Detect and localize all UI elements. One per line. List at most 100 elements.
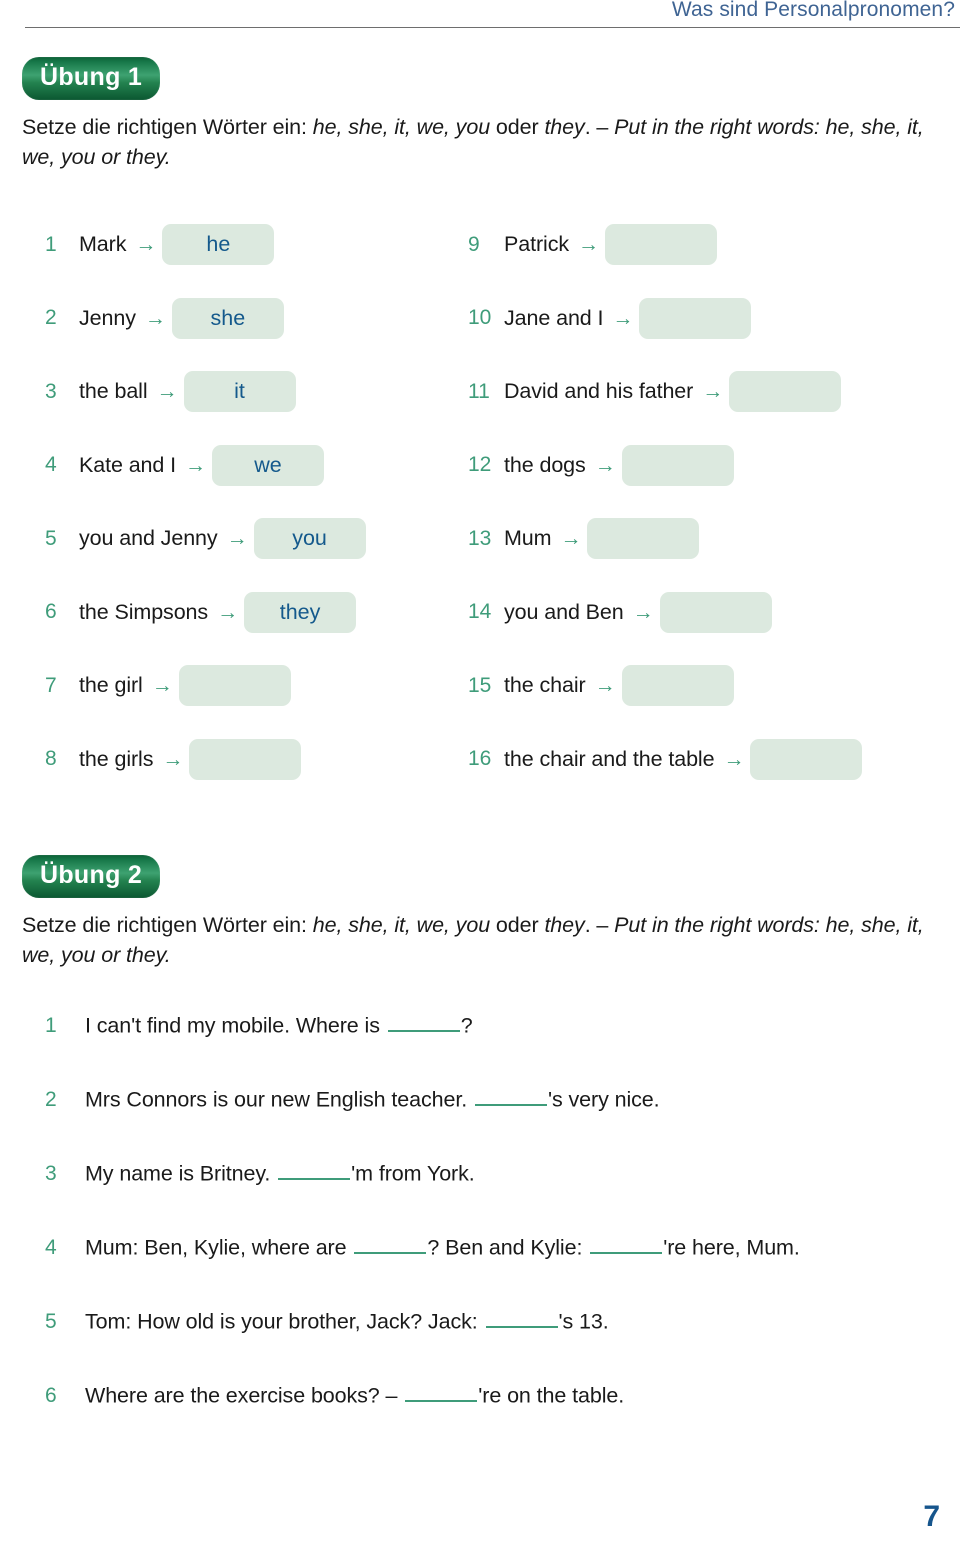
exercise-1-item-number: 4 — [45, 453, 57, 477]
exercise-2-answer-blank[interactable] — [405, 1380, 478, 1403]
exercise-1-answer-box[interactable] — [750, 738, 863, 780]
arrow-right-icon: → — [144, 306, 166, 330]
exercise-1-row: 11 David and his father → — [468, 355, 862, 429]
arrow-right-icon: → — [156, 380, 178, 404]
exercise-1-answer-box[interactable] — [659, 591, 772, 633]
exercise-1-badge: Übung 1 — [22, 57, 161, 100]
exercise-1-item-number: 15 — [468, 673, 492, 697]
exercise-1-item-cue: you and Ben — [504, 599, 624, 624]
exercise-1-answer-box[interactable]: it — [183, 371, 296, 413]
exercise-1-item-number: 6 — [45, 600, 57, 624]
exercise-2-sentence-segment: ? — [460, 1013, 473, 1038]
exercise-1-row: 4 Kate and I → we — [45, 429, 366, 503]
exercise-2-answer-blank[interactable] — [278, 1158, 351, 1181]
exercise-1-item-cue: Jenny — [79, 305, 136, 330]
arrow-right-icon: → — [162, 747, 184, 771]
exercise-1-answer-box[interactable] — [189, 738, 302, 780]
exercise-1-item-number: 1 — [45, 232, 57, 256]
exercise-1-item-number: 11 — [468, 379, 490, 403]
exercise-1-row: 9 Patrick → — [468, 208, 862, 282]
exercise-1-row: 12 the dogs → — [468, 429, 862, 503]
arrow-right-icon: → — [632, 600, 654, 624]
exercise-1-row: 1 Mark → he — [45, 208, 366, 282]
exercise-1-item-cue: the Simpsons — [79, 599, 209, 624]
exercise-2-sentence: Tom: How old is your brother, Jack? Jack… — [85, 1306, 609, 1334]
exercise-2-sentence-segment: 're here, Mum. — [663, 1235, 800, 1260]
exercise-1-row: 8 the girls → — [45, 723, 366, 797]
exercise-1-answer-box[interactable] — [178, 665, 291, 707]
page-number: 7 — [923, 1500, 940, 1533]
arrow-right-icon: → — [151, 674, 173, 698]
instr1-de-lead: Setze die richtigen Wörter ein: — [22, 115, 313, 139]
exercise-2-badge-wrap: Übung 2 — [22, 855, 161, 898]
exercise-2-answer-blank[interactable] — [590, 1232, 663, 1255]
exercise-2-sentence-segment: 's 13. — [558, 1309, 609, 1334]
exercise-1-item-number: 3 — [45, 379, 57, 403]
exercise-1-item-cue: the ball — [79, 379, 148, 404]
exercise-1-answer-box[interactable]: we — [212, 444, 325, 486]
exercise-1-item-number: 12 — [468, 453, 492, 477]
page-header: Was sind Personalpronomen? — [25, 0, 960, 30]
exercise-1-row: 5 you and Jenny → you — [45, 502, 366, 576]
exercise-1-item-cue: David and his father — [504, 379, 694, 404]
exercise-1-answer-box[interactable] — [729, 371, 842, 413]
exercise-1-row: 7 the girl → — [45, 649, 366, 723]
exercise-2-row: 5 Tom: How old is your brother, Jack? Jac… — [45, 1306, 960, 1380]
exercise-2-item-number: 6 — [45, 1384, 57, 1408]
exercise-1-row: 15 the chair → — [468, 649, 862, 723]
exercise-1-answer-box[interactable] — [587, 518, 700, 560]
arrow-right-icon: → — [217, 600, 239, 624]
arrow-right-icon: → — [723, 747, 745, 771]
exercise-1-item-cue: Mum — [504, 526, 552, 551]
exercise-2-sentence-segment: 're on the table. — [478, 1383, 625, 1408]
exercise-1-item-cue: the dogs — [504, 452, 586, 477]
exercise-1-item-cue: the chair — [504, 673, 586, 698]
exercise-2-instruction: Setze die richtigen Wörter ein: he, she,… — [22, 911, 932, 970]
exercise-2-sentence: Mum: Ben, Kylie, where are ? Ben and Kyl… — [85, 1232, 800, 1260]
exercise-2-sentence-segment: Mrs Connors is our new English teacher. — [85, 1087, 473, 1112]
exercise-1-answer-box[interactable]: you — [253, 518, 366, 560]
arrow-right-icon: → — [135, 233, 157, 257]
instr2-dash: . – — [584, 913, 615, 937]
exercise-1-row: 2 Jenny → she — [45, 282, 366, 356]
exercise-2-row: 1 I can't find my mobile. Where is ? — [45, 1010, 960, 1084]
exercise-2-sentence-segment: ? Ben and Kylie: — [427, 1235, 589, 1260]
exercise-2-badge: Übung 2 — [22, 855, 161, 898]
arrow-right-icon: → — [594, 453, 616, 477]
exercise-1-answer-box[interactable]: they — [244, 591, 357, 633]
exercise-2-row: 4 Mum: Ben, Kylie, where are ? Ben and Ky… — [45, 1232, 960, 1306]
exercise-2-sentence-segment: 'm from York. — [351, 1161, 475, 1186]
exercise-1-row: 13 Mum → — [468, 502, 862, 576]
exercise-2-item-number: 5 — [45, 1310, 57, 1334]
exercise-1-item-number: 5 — [45, 526, 57, 550]
exercise-2-item-number: 2 — [45, 1088, 57, 1112]
instr2-they-de: they — [544, 913, 585, 937]
exercise-1-item-number: 8 — [45, 747, 57, 771]
instr2-pronouns-de: he, she, it, we, you — [312, 913, 491, 937]
exercise-1-answer-box[interactable] — [621, 444, 734, 486]
exercise-1-item-number: 2 — [45, 306, 57, 330]
exercise-1-answer-box[interactable] — [605, 224, 718, 266]
exercise-2-list: 1 I can't find my mobile. Where is ? 2 Mrs … — [45, 1010, 960, 1454]
exercise-2-answer-blank[interactable] — [387, 1010, 460, 1033]
exercise-2-answer-blank[interactable] — [474, 1084, 547, 1107]
instr1-oder: oder — [490, 115, 545, 139]
exercise-1-row: 10 Jane and I → — [468, 282, 862, 356]
exercise-2-sentence: My name is Britney. 'm from York. — [85, 1158, 475, 1186]
exercise-1-answer-box[interactable] — [639, 297, 752, 339]
instr1-dash: . – — [584, 115, 615, 139]
exercise-1-item-cue: Jane and I — [504, 305, 604, 330]
exercise-1-item-cue: you and Jenny — [79, 526, 218, 551]
exercise-2-answer-blank[interactable] — [354, 1232, 427, 1255]
exercise-1-column-right: 9 Patrick → 10 Jane and I → 11 David and his fa… — [468, 208, 863, 796]
exercise-2-answer-blank[interactable] — [485, 1306, 558, 1329]
exercise-1-answer-box[interactable]: he — [162, 224, 275, 266]
exercise-1-item-cue: Patrick — [504, 232, 570, 257]
exercise-1-item-number: 7 — [45, 673, 57, 697]
exercise-1-item-number: 14 — [468, 600, 492, 624]
exercise-2-row: 2 Mrs Connors is our new English teacher.… — [45, 1084, 960, 1158]
exercise-1-answer-box[interactable] — [621, 665, 734, 707]
header-title: Was sind Personalpronomen? — [671, 0, 955, 21]
exercise-1-answer-box[interactable]: she — [171, 297, 284, 339]
exercise-2-sentence: Mrs Connors is our new English teacher. … — [85, 1084, 660, 1112]
